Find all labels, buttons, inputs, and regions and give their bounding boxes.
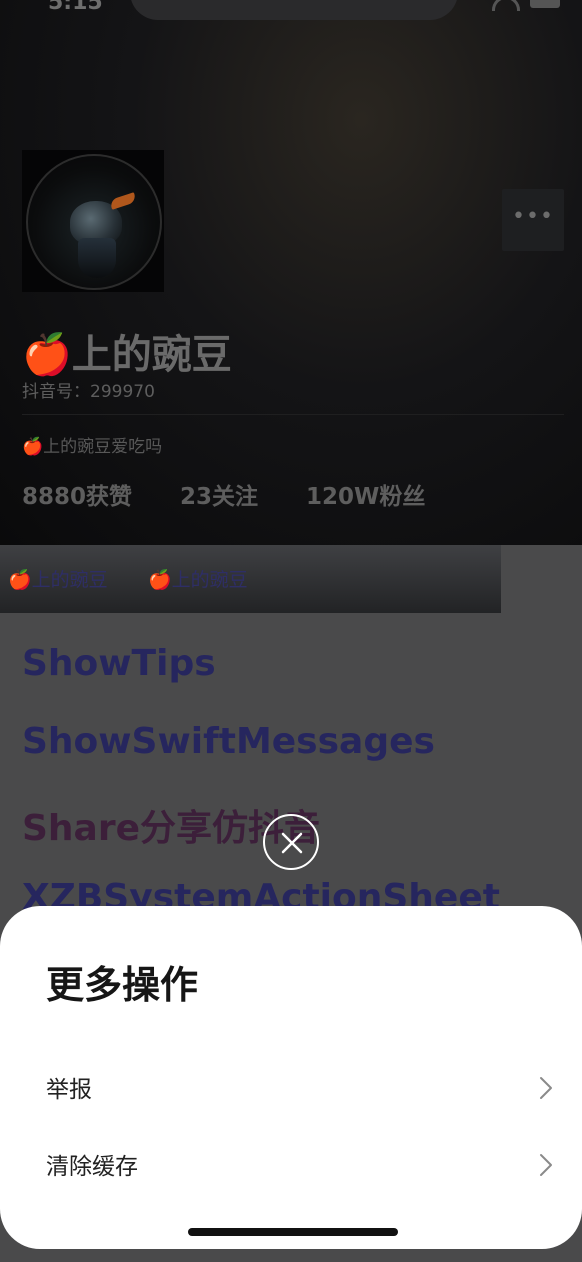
home-indicator xyxy=(188,1228,398,1236)
sheet-row-clear-cache[interactable]: 清除缓存 xyxy=(0,1133,582,1193)
chevron-right-icon xyxy=(540,1077,552,1099)
close-button[interactable] xyxy=(263,814,319,870)
sheet-title: 更多操作 xyxy=(46,963,199,1007)
sheet-row-report[interactable]: 举报 xyxy=(0,1056,582,1116)
close-icon xyxy=(281,832,303,854)
screen: 5:15 ••• 🍎上的豌豆 抖音号：299970 🍎上的豌豆爱吃吗 8880获… xyxy=(0,0,582,1262)
sheet-row-label: 清除缓存 xyxy=(46,1154,138,1180)
chevron-right-icon xyxy=(540,1154,552,1176)
more-actions-sheet: 更多操作 举报 清除缓存 xyxy=(0,906,582,1249)
sheet-row-label: 举报 xyxy=(46,1077,92,1103)
